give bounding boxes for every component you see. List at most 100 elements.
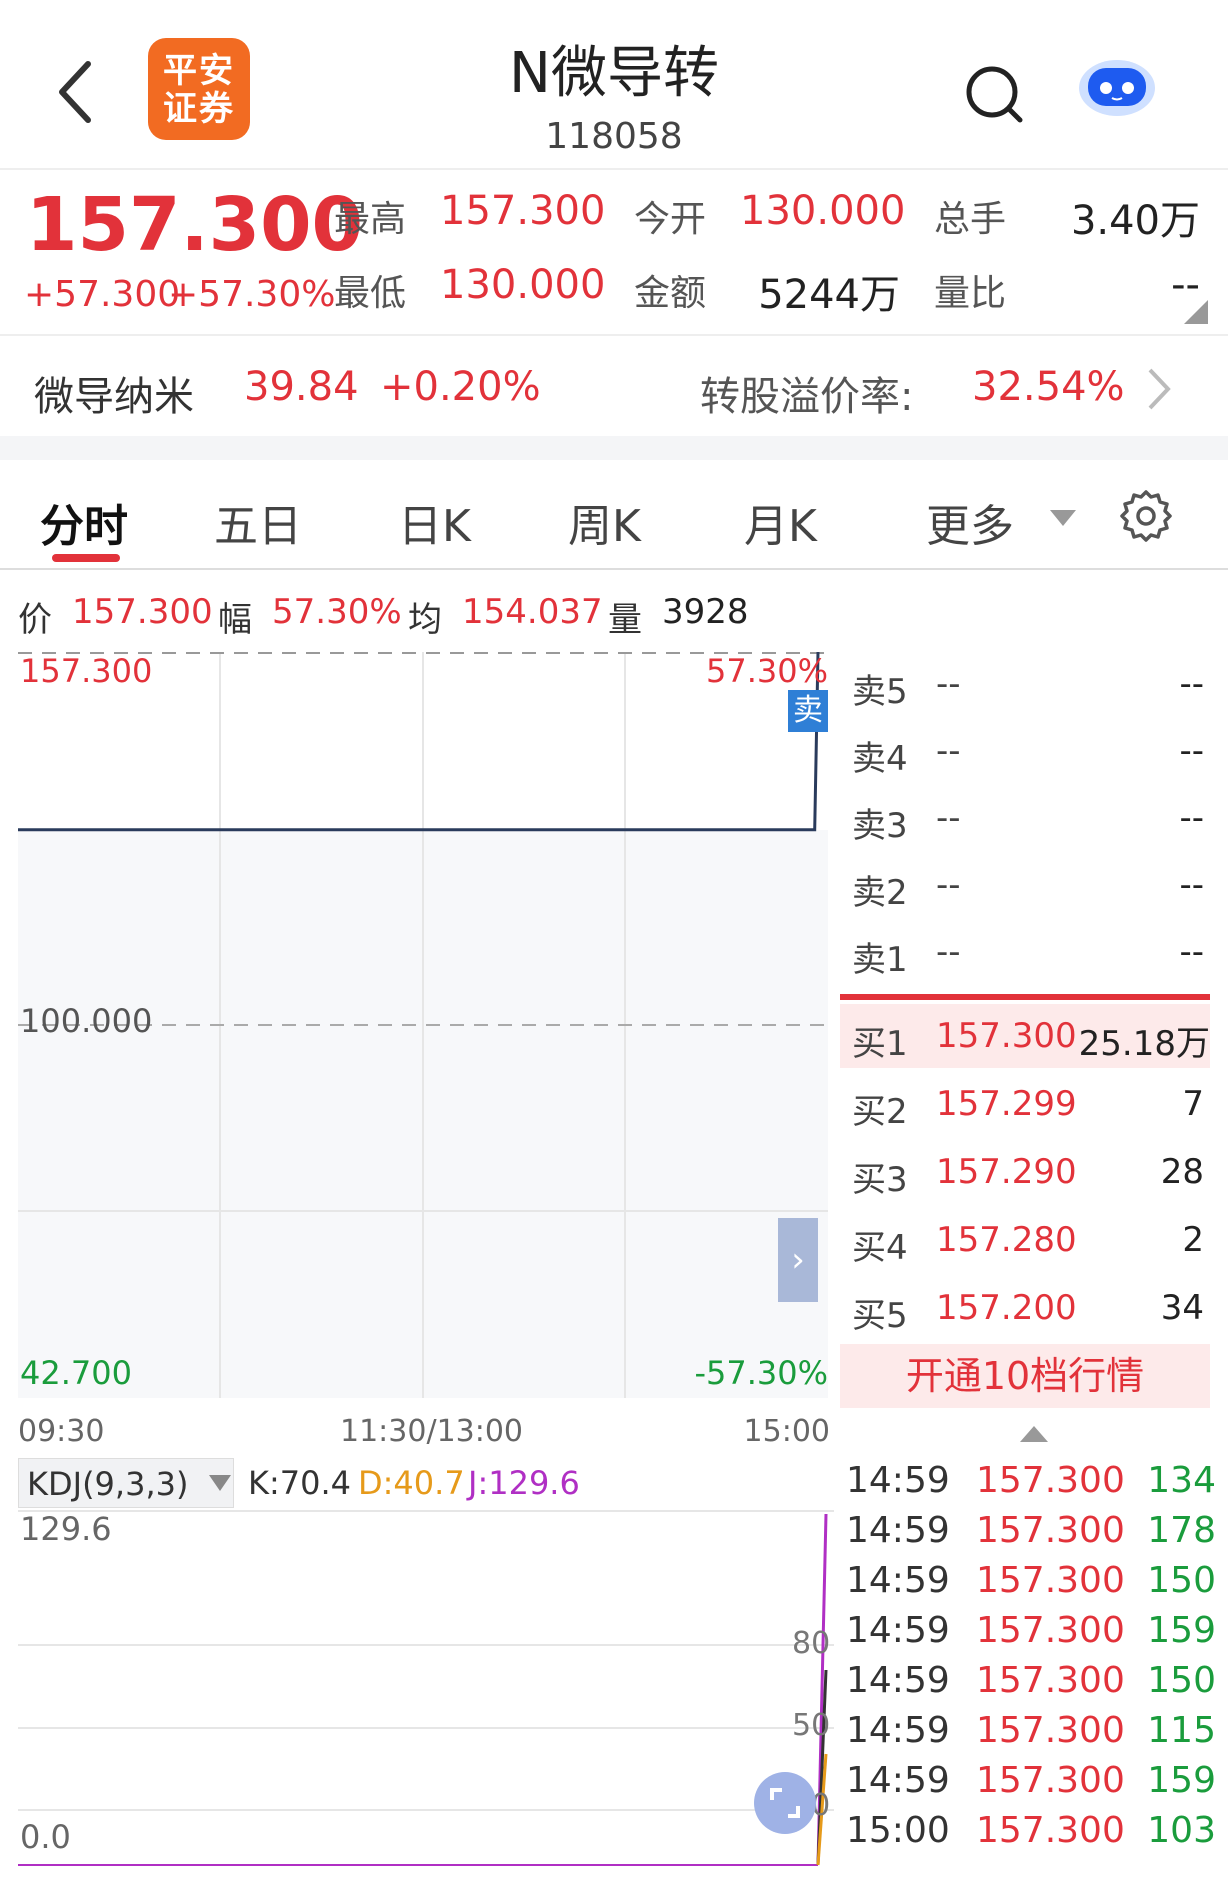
volume-ratio-label: 量比 xyxy=(934,273,1007,314)
tick-price: 157.300 xyxy=(976,1510,1125,1551)
volume-ratio-value: -- xyxy=(1171,262,1200,308)
sell-price: -- xyxy=(936,731,961,771)
buy-level-label: 买2 xyxy=(852,1092,908,1132)
fullscreen-icon xyxy=(770,1788,800,1818)
kdj-chart-svg xyxy=(18,1510,834,1866)
tab-five-day[interactable]: 五日 xyxy=(214,490,302,554)
page-title: N微导转 xyxy=(509,41,719,106)
price-change-pct: +57.30% xyxy=(168,274,336,315)
total-hands-value: 3.40万 xyxy=(1070,198,1200,244)
intraday-chart[interactable]: 157.300 100.000 42.700 57.30% -57.30% 卖 … xyxy=(18,652,828,1398)
tab-weekly-k[interactable]: 周K xyxy=(568,490,641,554)
tick-volume: 150 xyxy=(1147,1560,1216,1601)
sell-volume: -- xyxy=(1179,932,1204,972)
kdj-selector-label: KDJ(9,3,3) xyxy=(27,1465,189,1503)
chevron-right-icon: › xyxy=(791,1240,805,1280)
sell-volume: -- xyxy=(1179,798,1204,838)
underlying-stock-row[interactable]: 微导纳米 39.84 +0.20% 转股溢价率: 32.54% xyxy=(0,336,1228,436)
tab-daily-k[interactable]: 日K xyxy=(398,490,471,554)
time-axis: 09:30 11:30/13:00 15:00 xyxy=(18,1414,830,1454)
fullscreen-button[interactable] xyxy=(754,1772,816,1834)
time-mid: 11:30/13:00 xyxy=(340,1414,524,1449)
buy-row-2: 买2 157.299 7 xyxy=(852,1072,1212,1136)
sell-row-2: 卖2 -- -- xyxy=(852,853,1212,917)
sell-row-1: 卖1 -- -- xyxy=(852,920,1212,984)
sell-level-label: 卖2 xyxy=(852,873,908,913)
volume-value: 3928 xyxy=(662,592,749,632)
tick-time: 14:59 xyxy=(846,1760,950,1801)
robot-icon xyxy=(1079,60,1155,116)
buy-row-4: 买4 157.280 2 xyxy=(852,1208,1212,1272)
sell-row-4: 卖4 -- -- xyxy=(852,719,1212,783)
upgrade-level10-button[interactable]: 开通10档行情 xyxy=(840,1344,1210,1408)
tab-monthly-k[interactable]: 月K xyxy=(744,490,817,554)
kdj-indicator-header: KDJ(9,3,3) K:70.4 D:40.7 J:129.6 xyxy=(18,1458,828,1510)
assistant-button[interactable] xyxy=(1074,52,1160,122)
total-hands-label: 总手 xyxy=(934,199,1007,240)
tick-price: 157.300 xyxy=(976,1810,1125,1851)
crosshair-info-bar: 价 157.300 幅 57.30% 均 154.037 量 3928 xyxy=(0,584,840,640)
quote-panel: 157.300 +57.300 +57.30% 最高 157.300 今开 13… xyxy=(0,170,1228,336)
buy-volume: 25.18万 xyxy=(1078,1024,1210,1064)
sell-level-label: 卖5 xyxy=(852,672,908,712)
tick-time: 14:59 xyxy=(846,1660,950,1701)
amount-value: 5244万 xyxy=(758,272,900,318)
tick-price: 157.300 xyxy=(976,1760,1125,1801)
high-label: 最高 xyxy=(334,199,407,240)
expand-corner-icon[interactable] xyxy=(1184,300,1208,324)
pct-top-label: 57.30% xyxy=(705,652,828,690)
section-divider xyxy=(0,436,1228,460)
kdj-j-value: J:129.6 xyxy=(468,1464,580,1502)
chevron-right-icon xyxy=(1148,368,1171,410)
expand-panel-button[interactable]: › xyxy=(778,1218,818,1302)
search-button[interactable] xyxy=(960,60,1030,130)
tick-time: 15:00 xyxy=(846,1810,950,1851)
tick-time: 14:59 xyxy=(846,1610,950,1651)
open-value: 130.000 xyxy=(740,188,906,234)
kdj-level-50: 50 xyxy=(792,1708,831,1743)
active-tab-indicator xyxy=(52,554,120,562)
gear-icon[interactable] xyxy=(1118,488,1174,544)
kdj-chart[interactable]: 129.6 0.0 80 50 20 xyxy=(18,1510,834,1866)
sell-marker[interactable]: 卖 xyxy=(788,690,828,732)
tick-volume: 150 xyxy=(1147,1660,1216,1701)
buy-level-label: 买1 xyxy=(852,1024,908,1064)
tick-row: 14:59 157.300 150 xyxy=(846,1560,1216,1610)
tick-row: 14:59 157.300 159 xyxy=(846,1610,1216,1660)
tick-row: 14:59 157.300 134 xyxy=(846,1460,1216,1510)
buy-volume: 7 xyxy=(1182,1084,1204,1124)
tick-price: 157.300 xyxy=(976,1660,1125,1701)
sell-level-label: 卖4 xyxy=(852,739,908,779)
price-label: 价 xyxy=(18,600,52,640)
security-code: 118058 xyxy=(545,116,683,157)
price-value: 157.300 xyxy=(72,592,213,632)
bid-ask-divider xyxy=(840,994,1210,1000)
sell-row-5: 卖5 -- -- xyxy=(852,652,1212,716)
low-label: 最低 xyxy=(334,273,407,314)
buy-level-label: 买4 xyxy=(852,1228,908,1268)
volume-label: 量 xyxy=(608,600,642,640)
buy-level-label: 买5 xyxy=(852,1296,908,1336)
sell-row-3: 卖3 -- -- xyxy=(852,786,1212,850)
buy-row-3: 买3 157.290 28 xyxy=(852,1140,1212,1204)
kdj-selector[interactable]: KDJ(9,3,3) xyxy=(18,1458,234,1508)
tick-time: 14:59 xyxy=(846,1710,950,1751)
premium-label: 转股溢价率: xyxy=(700,374,914,420)
scroll-up-triangle-icon[interactable] xyxy=(1020,1424,1048,1442)
sell-level-label: 卖1 xyxy=(852,940,908,980)
underlying-name: 微导纳米 xyxy=(34,374,194,420)
tab-intraday[interactable]: 分时 xyxy=(40,490,128,554)
tick-volume: 159 xyxy=(1147,1610,1216,1651)
avg-value: 154.037 xyxy=(462,592,603,632)
buy-price: 157.300 xyxy=(936,1016,1077,1056)
sell-price: -- xyxy=(936,932,961,972)
sell-price: -- xyxy=(936,664,961,704)
sell-volume: -- xyxy=(1179,731,1204,771)
last-price: 157.300 xyxy=(26,182,364,268)
underlying-change-pct: +0.20% xyxy=(380,364,541,410)
sell-price: -- xyxy=(936,798,961,838)
price-change: +57.300 xyxy=(24,274,181,315)
search-icon xyxy=(966,66,1023,123)
tick-row: 14:59 157.300 178 xyxy=(846,1510,1216,1560)
tab-more[interactable]: 更多 xyxy=(926,490,1014,554)
